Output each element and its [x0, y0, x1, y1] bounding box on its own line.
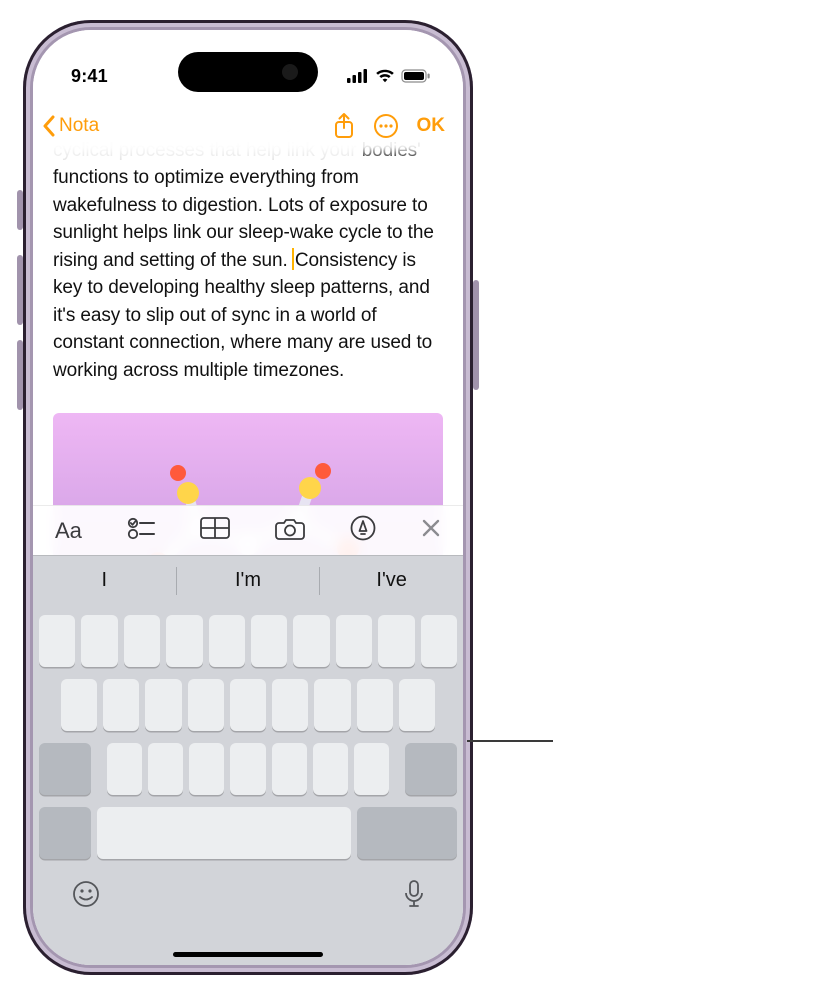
notes-toolbar: Aa — [33, 505, 463, 555]
chevron-left-icon — [41, 114, 57, 138]
side-button-volume-up — [17, 255, 23, 325]
dictation-button[interactable] — [403, 879, 425, 914]
key[interactable] — [61, 679, 97, 731]
key[interactable] — [230, 743, 265, 795]
key[interactable] — [148, 743, 183, 795]
table-button[interactable] — [200, 517, 230, 544]
return-key[interactable] — [357, 807, 457, 859]
side-button-volume-down — [17, 340, 23, 410]
key[interactable] — [103, 679, 139, 731]
share-icon — [333, 112, 355, 140]
suggestion-bar: I I'm I've — [33, 555, 463, 605]
dynamic-island — [178, 52, 318, 92]
side-button-power — [473, 280, 479, 390]
suggestion-3[interactable]: I've — [320, 557, 463, 604]
key[interactable] — [189, 743, 224, 795]
key[interactable] — [314, 679, 350, 731]
mic-icon — [403, 879, 425, 909]
cellular-icon — [347, 69, 369, 83]
back-button[interactable]: Nota — [41, 114, 99, 138]
key[interactable] — [293, 615, 329, 667]
key[interactable] — [107, 743, 142, 795]
key[interactable] — [166, 615, 202, 667]
key[interactable] — [251, 615, 287, 667]
key[interactable] — [81, 615, 117, 667]
camera-button[interactable] — [275, 516, 305, 545]
format-button[interactable]: Aa — [55, 518, 82, 544]
markup-icon — [350, 515, 376, 541]
back-label: Nota — [59, 115, 99, 137]
key[interactable] — [209, 615, 245, 667]
key[interactable] — [336, 615, 372, 667]
callout-line — [467, 740, 553, 742]
key[interactable] — [145, 679, 181, 731]
screen: 9:41 — [33, 30, 463, 965]
key[interactable] — [354, 743, 389, 795]
home-indicator[interactable] — [173, 952, 323, 957]
emoji-button[interactable] — [71, 879, 101, 914]
suggestion-2[interactable]: I'm — [177, 557, 320, 604]
key[interactable] — [188, 679, 224, 731]
checklist-button[interactable] — [127, 516, 155, 545]
key[interactable] — [378, 615, 414, 667]
key[interactable] — [357, 679, 393, 731]
shift-key[interactable] — [39, 743, 91, 795]
share-button[interactable] — [333, 112, 355, 140]
key[interactable] — [272, 679, 308, 731]
status-icons — [347, 69, 431, 83]
close-icon — [421, 518, 441, 538]
numbers-key[interactable] — [39, 807, 91, 859]
table-icon — [200, 517, 230, 539]
emoji-icon — [71, 879, 101, 909]
key[interactable] — [39, 615, 75, 667]
wifi-icon — [375, 69, 395, 83]
battery-icon — [401, 69, 431, 83]
key[interactable] — [399, 679, 435, 731]
key[interactable] — [230, 679, 266, 731]
done-button[interactable]: OK — [417, 115, 446, 137]
iphone-frame: 9:41 — [23, 20, 473, 975]
camera-icon — [275, 516, 305, 540]
checklist-icon — [127, 516, 155, 540]
key[interactable] — [313, 743, 348, 795]
text-cursor — [292, 248, 294, 270]
markup-button[interactable] — [350, 515, 376, 546]
delete-key[interactable] — [405, 743, 457, 795]
status-time: 9:41 — [71, 66, 108, 87]
suggestion-1[interactable]: I — [33, 557, 176, 604]
keyboard[interactable] — [33, 605, 463, 965]
nav-bar: Nota OK — [33, 100, 463, 152]
side-button-silence — [17, 190, 23, 230]
more-button[interactable] — [373, 113, 399, 139]
key[interactable] — [421, 615, 457, 667]
ellipsis-circle-icon — [373, 113, 399, 139]
key[interactable] — [272, 743, 307, 795]
key[interactable] — [124, 615, 160, 667]
space-key[interactable] — [97, 807, 351, 859]
close-toolbar-button[interactable] — [421, 518, 441, 543]
